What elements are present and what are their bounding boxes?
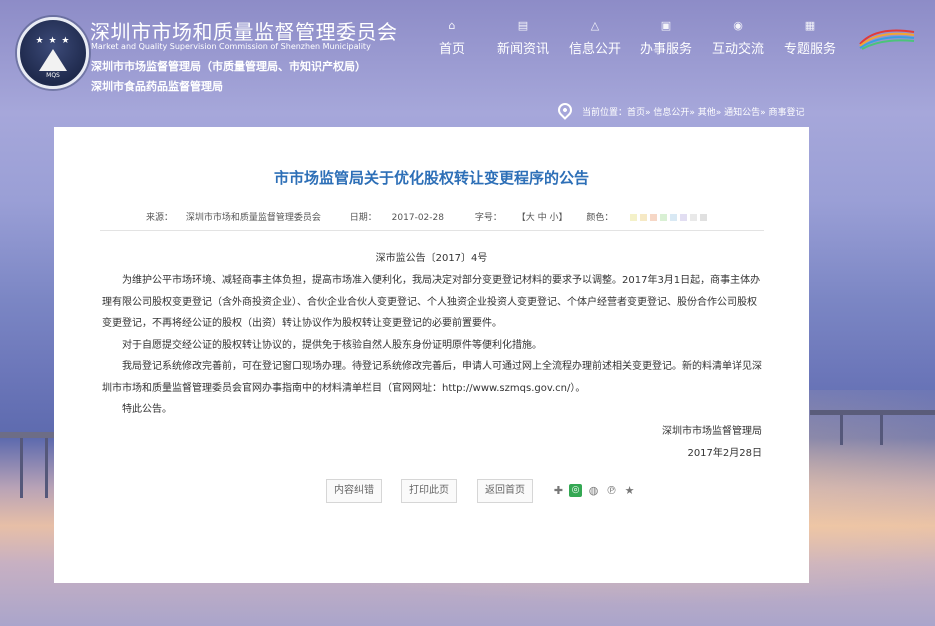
nav-topics[interactable]: ▦ 专题服务 <box>775 18 845 57</box>
report-error-button[interactable]: 内容纠错 <box>326 479 382 503</box>
paragraph: 为维护公平市场环境、减轻商事主体负担，提高市场准入便利化，我局决定对部分变更登记… <box>102 275 761 329</box>
location-pin-icon <box>555 100 575 120</box>
nav-home[interactable]: ⌂ 首页 <box>417 18 487 57</box>
stars-icon: ★ ★ ★ <box>35 36 71 46</box>
source-label: 来源： <box>146 213 174 223</box>
breadcrumb-text[interactable]: 当前位置：首页» 信息公开» 其他» 通知公告» 商事登记 <box>582 108 804 118</box>
home-icon: ⌂ <box>448 19 456 32</box>
color-swatch[interactable] <box>700 213 708 221</box>
article-body: 为维护公平市场环境、减轻商事主体负担，提高市场准入便利化，我局决定对部分变更登记… <box>102 270 766 421</box>
article-card: 市市场监管局关于优化股权转让变更程序的公告 来源： 深圳市市场和质量监督管理委员… <box>54 127 809 583</box>
bridge-right <box>810 410 935 415</box>
wechat-icon[interactable]: ◎ <box>569 484 582 497</box>
font-size-label: 字号： <box>474 213 502 223</box>
emblem-logo[interactable]: ★ ★ ★ MQS <box>17 17 89 89</box>
nav-label: 互动交流 <box>711 42 764 57</box>
bridge-pillar <box>20 438 23 498</box>
color-swatch[interactable] <box>670 213 678 221</box>
site-title: 深圳市市场和质量监督管理委员会 <box>90 20 398 44</box>
news-icon: ▤ <box>517 19 529 32</box>
color-swatch[interactable] <box>650 213 658 221</box>
date-value: 2017-02-28 <box>391 213 444 223</box>
print-button[interactable]: 打印此页 <box>401 479 457 503</box>
nav-interaction[interactable]: ◉ 互动交流 <box>703 18 773 57</box>
mountain-icon <box>39 49 67 71</box>
paragraph: 特此公告。 <box>122 404 172 415</box>
breadcrumb: 当前位置：首页» 信息公开» 其他» 通知公告» 商事登记 <box>555 100 804 122</box>
color-swatch[interactable] <box>680 213 688 221</box>
doc-number: 深市监公告〔2017〕4号 <box>375 253 488 264</box>
font-size-options[interactable]: 【大 中 小】 <box>517 210 568 223</box>
nav-label: 新闻资讯 <box>496 42 549 57</box>
date-label: 日期： <box>349 213 377 223</box>
paragraph: 对于自愿提交经公证的股权转让协议的，提供免于核验自然人股东身份证明原件等便利化措… <box>122 339 542 351</box>
sign-date: 2017年2月28日 <box>687 447 762 459</box>
paragraph: 我局登记系统修改完善前，可在登记窗口现场办理。待登记系统修改完善后，申请人可通过… <box>102 361 762 394</box>
share-plus-icon[interactable]: ✚ <box>552 484 565 497</box>
nav-label: 办事服务 <box>639 42 692 57</box>
bridge-pillar <box>880 415 883 445</box>
site-title-english: Market and Quality Supervision Commissio… <box>91 42 371 51</box>
nav-label: 首页 <box>438 42 465 57</box>
nav-label: 专题服务 <box>783 42 836 57</box>
back-home-button[interactable]: 返回首页 <box>477 479 533 503</box>
divider <box>100 230 764 231</box>
color-swatch[interactable] <box>660 213 668 221</box>
nav-label: 信息公开 <box>568 42 621 57</box>
briefcase-icon: ▣ <box>660 19 672 32</box>
chat-icon: ◉ <box>733 19 743 32</box>
signature: 深圳市市场监督管理局 <box>662 426 762 437</box>
article-meta: 来源： 深圳市市场和质量监督管理委员会 日期： 2017-02-28 字号： 【… <box>146 210 710 223</box>
color-swatch[interactable] <box>630 213 638 221</box>
bridge-pillar <box>45 438 48 498</box>
signature-block: 深圳市市场监督管理局 2017年2月28日 <box>662 421 762 464</box>
grid-icon: ▦ <box>804 19 816 32</box>
color-label: 颜色： <box>586 213 614 223</box>
weibo-icon[interactable]: ◍ <box>587 484 600 497</box>
logo-text: MQS <box>46 72 60 79</box>
article-title: 市市场监管局关于优化股权转让变更程序的公告 <box>273 169 589 187</box>
color-swatches <box>630 213 710 223</box>
color-swatch[interactable] <box>690 213 698 221</box>
network-icon: △ <box>590 19 600 32</box>
shenzhen-logo[interactable] <box>858 22 916 50</box>
color-swatch[interactable] <box>640 213 648 221</box>
bridge-pillar <box>840 415 843 445</box>
nav-services[interactable]: ▣ 办事服务 <box>631 18 701 57</box>
nav-news[interactable]: ▤ 新闻资讯 <box>488 18 558 57</box>
pinterest-icon[interactable]: ℗ <box>605 484 618 497</box>
favorite-star-icon[interactable]: ★ <box>623 484 636 497</box>
site-subtitle: 深圳市市场监督管理局（市质量管理局、市知识产权局） <box>91 60 366 73</box>
site-subtitle-2: 深圳市食品药品监督管理局 <box>91 80 223 93</box>
source-value: 深圳市市场和质量监督管理委员会 <box>185 213 321 223</box>
nav-info-public[interactable]: △ 信息公开 <box>560 18 630 57</box>
